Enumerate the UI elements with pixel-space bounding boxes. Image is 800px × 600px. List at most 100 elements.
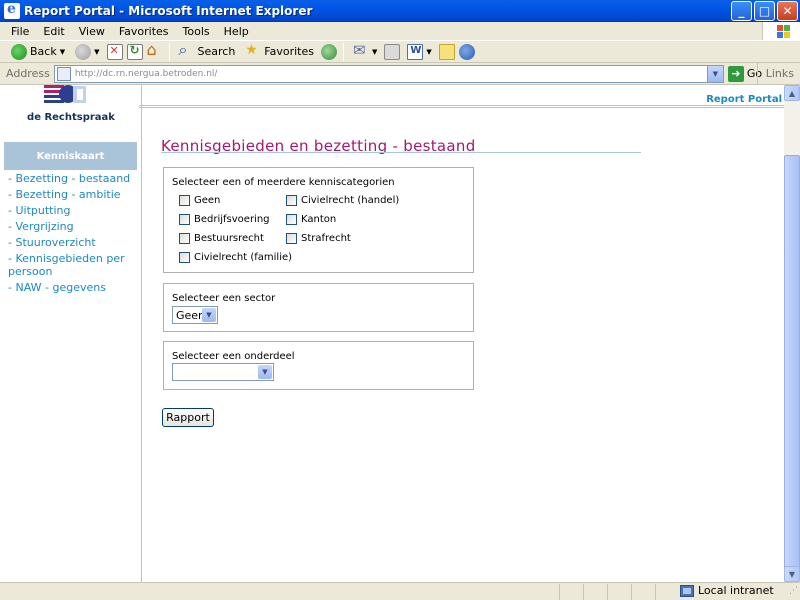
checkbox-row-civielrecht-familie[interactable]: Civielrecht (familie)	[179, 252, 292, 263]
checkbox-label: Strafrecht	[301, 233, 351, 244]
back-button[interactable]: Back ▼	[8, 42, 68, 62]
status-segment	[560, 583, 584, 600]
status-main-segment	[0, 583, 560, 600]
zone-label: Local intranet	[698, 584, 774, 597]
checkbox-row-kanton[interactable]: Kanton	[286, 214, 336, 225]
checkbox-bedrijfsvoering[interactable]	[179, 214, 190, 225]
minimize-button[interactable]: _	[731, 1, 752, 21]
checkbox-row-bestuursrecht[interactable]: Bestuursrecht	[179, 233, 264, 244]
onderdeel-panel: Selecteer een onderdeel ▼	[163, 341, 474, 390]
rechtspraak-logo-icon	[44, 85, 86, 103]
checkbox-row-geen[interactable]: Geen	[179, 195, 220, 206]
checkbox-strafrecht[interactable]	[286, 233, 297, 244]
title-rule	[161, 152, 641, 153]
menu-edit[interactable]: Edit	[36, 25, 71, 38]
menu-view[interactable]: View	[72, 25, 112, 38]
status-segment	[608, 583, 632, 600]
nav-item-vergrijzing[interactable]: - Vergrijzing	[8, 220, 140, 233]
maximize-button[interactable]: □	[754, 1, 775, 21]
chevron-down-icon: ▼	[426, 47, 432, 56]
nav-item-uitputting[interactable]: - Uitputting	[8, 204, 140, 217]
checkbox-label: Kanton	[301, 214, 337, 225]
nav-item-stuuroverzicht[interactable]: - Stuuroverzicht	[8, 236, 140, 249]
checkbox-civielrecht-familie[interactable]	[179, 252, 190, 263]
scroll-down-icon[interactable]: ▼	[784, 566, 800, 582]
favorites-button[interactable]: Favorites	[242, 42, 317, 62]
links-label: Links	[765, 67, 794, 80]
site-logo[interactable]: de Rechtspraak	[0, 85, 142, 130]
checkbox-row-civielrecht-handel[interactable]: Civielrecht (handel)	[286, 195, 399, 206]
nav-item-bezetting-ambitie[interactable]: - Bezetting - ambitie	[8, 188, 140, 201]
back-label: Back	[30, 45, 57, 58]
search-label: Search	[197, 45, 236, 58]
word-icon	[407, 43, 424, 60]
favorites-star-icon	[245, 42, 261, 60]
history-icon[interactable]	[321, 43, 337, 60]
checkbox-label: Bedrijfsvoering	[194, 214, 270, 225]
menu-favorites[interactable]: Favorites	[112, 25, 176, 38]
status-segment	[632, 583, 656, 600]
chevron-down-icon: ▼	[372, 47, 378, 56]
checkbox-geen[interactable]	[179, 195, 190, 206]
nav-item-kennisgebieden-per-persoon[interactable]: - Kennisgebieden per persoon	[8, 252, 140, 278]
chevron-down-icon[interactable]: ▼	[258, 365, 272, 379]
vertical-scrollbar[interactable]: ▲ ▼	[784, 85, 800, 582]
mail-button[interactable]: ▼	[350, 41, 380, 62]
checkbox-label: Geen	[194, 195, 221, 206]
toolbar-separator	[343, 42, 344, 61]
sector-select[interactable]: Geen ▼	[172, 306, 218, 324]
home-icon[interactable]	[147, 40, 163, 60]
categories-panel: Selecteer een of meerdere kenniscategori…	[163, 167, 474, 273]
ie-app-icon[interactable]	[4, 1, 20, 19]
portal-label: Report Portal	[706, 94, 782, 105]
nav-item-naw-gegevens[interactable]: - NAW - gegevens	[8, 281, 140, 294]
menu-help[interactable]: Help	[217, 25, 256, 38]
stop-icon[interactable]	[106, 43, 123, 60]
chevron-down-icon[interactable]: ▼	[60, 48, 65, 56]
print-icon[interactable]	[384, 43, 401, 60]
favorites-label: Favorites	[264, 45, 314, 58]
checkbox-kanton[interactable]	[286, 214, 297, 225]
notes-icon[interactable]	[438, 43, 455, 60]
scroll-up-icon[interactable]: ▲	[784, 85, 800, 101]
menu-tools[interactable]: Tools	[176, 25, 217, 38]
status-bar: Local intranet ⋰	[0, 582, 800, 600]
logo-text: de Rechtspraak	[27, 112, 115, 123]
address-input[interactable]: http://dc.rn.nergua.betroden.nl/ ▼	[53, 64, 724, 83]
edit-with-word-button[interactable]: ▼	[404, 42, 434, 62]
toolbar-separator	[168, 42, 170, 61]
checkbox-row-bedrijfsvoering[interactable]: Bedrijfsvoering	[179, 214, 270, 225]
scroll-thumb[interactable]	[784, 155, 800, 575]
address-bar: Address http://dc.rn.nergua.betroden.nl/…	[0, 63, 800, 85]
go-arrow-icon: ➜	[727, 65, 744, 82]
refresh-icon[interactable]	[126, 43, 143, 60]
security-zone[interactable]: Local intranet	[680, 584, 774, 597]
checkbox-label: Bestuursrecht	[194, 233, 264, 244]
links-toolbar[interactable]: Links	[756, 63, 800, 84]
sector-panel: Selecteer een sector Geen ▼	[163, 283, 474, 332]
menu-file[interactable]: File	[4, 25, 36, 38]
messenger-icon[interactable]	[458, 43, 475, 60]
chevron-down-icon[interactable]: ▼	[94, 48, 99, 56]
address-dropdown-icon[interactable]: ▼	[706, 65, 723, 82]
checkbox-bestuursrecht[interactable]	[179, 233, 190, 244]
search-button[interactable]: Search	[176, 40, 239, 62]
checkbox-civielrecht-handel[interactable]	[286, 195, 297, 206]
local-intranet-icon	[680, 584, 694, 597]
resize-grip-icon[interactable]: ⋰	[789, 586, 798, 596]
chevron-down-icon[interactable]: ▼	[202, 308, 216, 322]
address-label: Address	[6, 67, 50, 80]
left-column: de Rechtspraak Kenniskaart - Bezetting -…	[0, 85, 142, 582]
window-title-bar[interactable]: Report Portal - Microsoft Internet Explo…	[0, 0, 800, 22]
onderdeel-select[interactable]: ▼	[172, 363, 274, 381]
search-icon	[179, 40, 195, 60]
windows-logo-icon	[762, 22, 800, 40]
rapport-button[interactable]: Rapport	[162, 408, 214, 427]
forward-button[interactable]: ▼	[72, 42, 102, 62]
nav-item-bezetting-bestaand[interactable]: - Bezetting - bestaand	[8, 172, 140, 185]
checkbox-row-strafrecht[interactable]: Strafrecht	[286, 233, 351, 244]
nav-header: Kenniskaart	[4, 142, 137, 170]
nav-list: - Bezetting - bestaand - Bezetting - amb…	[8, 172, 140, 297]
mail-icon	[353, 41, 369, 60]
close-button[interactable]: ✕	[777, 1, 798, 21]
